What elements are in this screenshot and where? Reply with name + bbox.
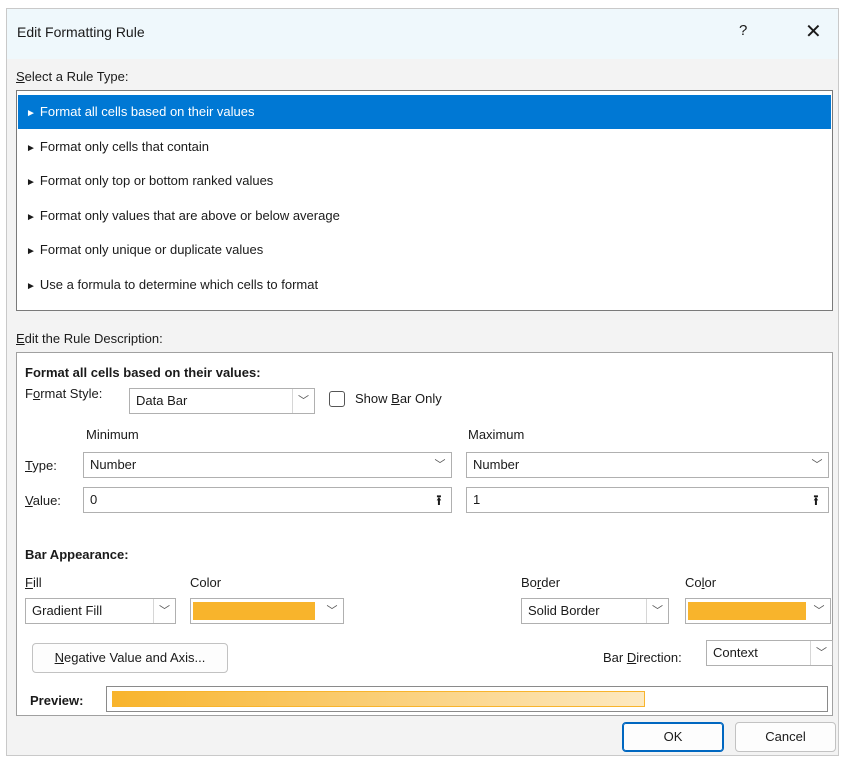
minimum-value-input[interactable]: 0 ⭱ <box>83 487 452 513</box>
format-style-text: rmat Style: <box>40 386 103 401</box>
border-text: der <box>541 575 561 590</box>
fill-color-picker[interactable]: ﹀ <box>190 598 344 624</box>
fill-label: Fill <box>25 575 42 590</box>
negative-value-axis-button[interactable]: Negative Value and Axis... <box>32 643 228 673</box>
maximum-type-select[interactable]: Number ﹀ <box>466 452 829 478</box>
rule-type-label: Format only values that are above or bel… <box>39 207 340 223</box>
show-bar-only-text: ar Only <box>399 391 442 406</box>
edit-description-label: Edit the Rule Description: <box>16 331 163 346</box>
fill-color-label: Color <box>190 575 222 590</box>
rule-description-panel: Format all cells based on their values: … <box>16 352 833 716</box>
format-style-label: Format Style: <box>25 386 103 401</box>
rule-type-label: Format only top or bottom ranked values <box>39 173 274 189</box>
description-heading: Format all cells based on their values: <box>25 365 261 380</box>
dialog-title: Edit Formatting Rule <box>17 24 145 40</box>
rule-type-list[interactable]: ► Format all cells based on their values ►… <box>16 90 833 311</box>
minimum-type-value: Number <box>90 457 137 472</box>
border-value: Solid Border <box>528 603 600 618</box>
show-bar-only-checkbox[interactable] <box>329 391 345 407</box>
preview-label: Preview: <box>30 693 84 708</box>
arrow-right-icon: ► <box>26 211 36 223</box>
preview-box <box>106 686 828 712</box>
range-select-icon[interactable]: ⭱ <box>806 489 826 511</box>
chevron-down-icon: ﹀ <box>292 389 314 413</box>
minimum-type-select[interactable]: Number ﹀ <box>83 452 452 478</box>
minimum-value: 0 <box>90 492 98 507</box>
rule-type-label: Format only unique or duplicate values <box>39 242 264 258</box>
edit-description-text: dit the Rule Description: <box>24 331 163 346</box>
close-button[interactable]: ✕ <box>805 19 822 44</box>
ok-button[interactable]: OK <box>622 722 724 752</box>
select-rule-type-label: Select a Rule Type: <box>16 69 129 84</box>
arrow-right-icon: ► <box>26 177 36 189</box>
rule-type-item[interactable]: ► Format only values that are above or be… <box>18 199 831 233</box>
minimum-label: Minimum <box>86 427 139 442</box>
rule-type-label: Format all cells based on their values <box>39 104 255 119</box>
title-bar: Edit Formatting Rule ? ✕ <box>7 9 838 59</box>
fill-text: ill <box>32 575 42 590</box>
select-rule-type-text: elect a Rule Type: <box>24 69 129 84</box>
fill-select[interactable]: Gradient Fill ﹀ <box>25 598 176 624</box>
chevron-down-icon: ﹀ <box>646 599 668 623</box>
rule-type-item[interactable]: ► Format only top or bottom ranked values <box>18 164 831 198</box>
format-style-value: Data Bar <box>136 393 188 408</box>
rule-type-label: Format only cells that contain <box>39 138 209 154</box>
format-style-select[interactable]: Data Bar ﹀ <box>129 388 315 414</box>
rule-type-item[interactable]: ► Format only cells that contain <box>18 130 831 164</box>
bar-direction-text: irection: <box>636 650 682 665</box>
range-select-icon[interactable]: ⭱ <box>429 489 449 511</box>
bar-direction-value: Context <box>713 645 758 660</box>
rule-type-label: Use a formula to determine which cells t… <box>39 277 319 292</box>
cancel-button[interactable]: Cancel <box>735 722 836 752</box>
fill-value: Gradient Fill <box>32 603 103 618</box>
bar-direction-select[interactable]: Context ﹀ <box>706 640 833 666</box>
bar-direction-label: Bar Direction: <box>603 650 682 665</box>
chevron-down-icon: ﹀ <box>434 459 446 471</box>
show-bar-only-label: Show Bar Only <box>355 391 442 406</box>
maximum-type-value: Number <box>473 457 520 472</box>
arrow-right-icon: ► <box>26 108 36 119</box>
value-text: alue: <box>32 493 61 508</box>
rule-type-item[interactable]: ► Format all cells based on their values <box>18 95 831 129</box>
help-button[interactable]: ? <box>739 22 747 39</box>
border-color-label: Color <box>685 575 717 590</box>
chevron-down-icon: ﹀ <box>326 605 338 617</box>
negative-value-axis-text: egative Value and Axis... <box>63 650 206 665</box>
rule-type-item[interactable]: ► Format only unique or duplicate values <box>18 233 831 267</box>
rule-type-item[interactable]: ► Use a formula to determine which cells … <box>18 268 831 302</box>
edit-formatting-rule-dialog: Edit Formatting Rule ? ✕ Select a Rule T… <box>6 8 839 756</box>
border-color-text: or <box>704 575 717 590</box>
chevron-down-icon: ﹀ <box>811 459 823 471</box>
type-label: Type: <box>25 458 57 473</box>
chevron-down-icon: ﹀ <box>813 605 825 617</box>
type-text: ype: <box>32 458 57 473</box>
border-color-swatch <box>688 602 806 620</box>
maximum-value-input[interactable]: 1 ⭱ <box>466 487 829 513</box>
maximum-label: Maximum <box>468 427 525 442</box>
chevron-down-icon: ﹀ <box>153 599 175 623</box>
border-label: Border <box>521 575 561 590</box>
maximum-value: 1 <box>473 492 481 507</box>
arrow-right-icon: ► <box>26 246 36 258</box>
bar-appearance-label: Bar Appearance: <box>25 547 129 562</box>
value-label: Value: <box>25 493 61 508</box>
arrow-right-icon: ► <box>26 142 36 154</box>
preview-data-bar <box>112 691 645 707</box>
border-color-picker[interactable]: ﹀ <box>685 598 831 624</box>
fill-color-swatch <box>193 602 315 620</box>
chevron-down-icon: ﹀ <box>810 641 832 665</box>
arrow-right-icon: ► <box>26 281 36 292</box>
border-select[interactable]: Solid Border ﹀ <box>521 598 669 624</box>
